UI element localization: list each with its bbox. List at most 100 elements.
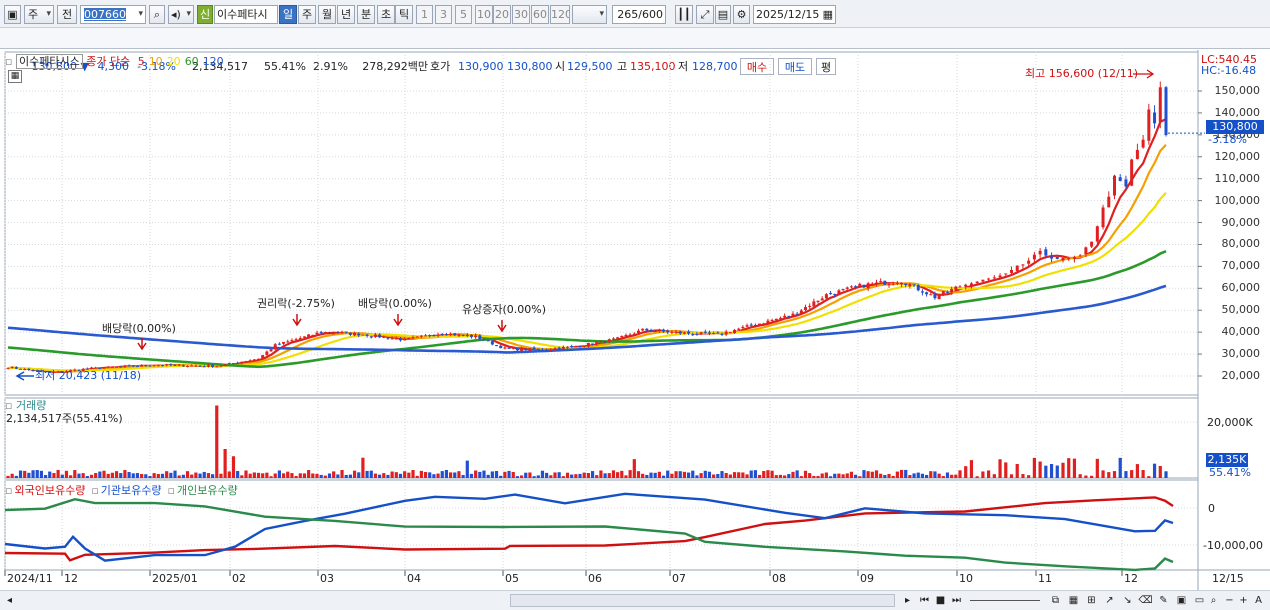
volume-bar [874, 470, 879, 478]
forward-icon[interactable]: ⏭ [949, 593, 964, 608]
ma-legend-120[interactable]: 120 [203, 55, 224, 68]
price-panel-name[interactable]: 이수페타시스 [15, 54, 83, 69]
scroll-left-icon[interactable]: ◂ [2, 593, 17, 608]
timeframe-4[interactable]: 분 [357, 5, 375, 24]
price-axis-label: 40,000 [1221, 325, 1261, 339]
holding-lines [4, 492, 1174, 572]
volume-bar [340, 469, 344, 478]
rewind-icon[interactable]: ⏮ [917, 593, 932, 608]
ma-legend-10[interactable]: 10 [149, 55, 163, 68]
collapse-icon[interactable]: ▫ [5, 55, 12, 68]
price-panel-header: ▫ 이수페타시스 종가 단순 5 10 20 60 120 [5, 53, 224, 69]
volume-bar [607, 473, 611, 478]
stop-icon[interactable]: ■ [933, 593, 948, 608]
calendar-icon[interactable]: ▦ [823, 6, 833, 23]
layout-icon[interactable]: ▣ [4, 5, 21, 24]
box-icon[interactable]: ▭ [1192, 593, 1207, 608]
holding-legend-item[interactable]: 기관보유수량 [101, 484, 162, 497]
volume-bar [423, 472, 428, 478]
candle [386, 337, 390, 340]
timeframe-1[interactable]: 주 [298, 5, 316, 24]
volume-bar [666, 470, 670, 478]
volume-bar [749, 470, 753, 478]
sound-icon[interactable]: ◂) [168, 5, 194, 24]
gear-icon[interactable]: ⚙ [733, 5, 750, 24]
candle-icon[interactable]: ┃┃ [675, 5, 693, 24]
volume-bar [540, 470, 545, 478]
brush-icon[interactable]: ✎ [1156, 593, 1171, 608]
volume-bar [774, 475, 778, 478]
new-badge[interactable]: 신 [197, 5, 213, 24]
calculator-icon[interactable]: ▦ [8, 70, 22, 83]
volume-bar [862, 470, 866, 478]
volume-bar [378, 474, 382, 478]
volume-bar [879, 473, 883, 478]
timeframe-5[interactable]: 초 [377, 5, 395, 24]
zoom-slider[interactable] [970, 600, 1040, 601]
count-value: 265 [617, 8, 639, 21]
price-axis-label: 60,000 [1221, 281, 1261, 295]
interval-0[interactable]: 1 [416, 5, 433, 24]
interval-4[interactable]: 20 [493, 5, 511, 24]
holding-legend-icon[interactable]: ▫ [168, 484, 175, 497]
zoom-out-icon[interactable]: − [1222, 593, 1237, 608]
volume-bar [553, 472, 557, 478]
holding-legend-icon[interactable]: ▫ [91, 484, 98, 497]
holding-legend-item[interactable]: 외국인보유수량 [14, 484, 85, 497]
candle [849, 285, 853, 289]
timeframe-2[interactable]: 월 [318, 5, 336, 24]
volume-bar [1095, 458, 1099, 478]
timeframe-3[interactable]: 년 [337, 5, 355, 24]
timeframe-0[interactable]: 일 [279, 5, 297, 24]
save-icon[interactable]: ▤ [715, 5, 731, 24]
volume-bar [461, 475, 465, 478]
compare-icon[interactable]: ⊞ [1084, 593, 1099, 608]
volume-bar [1135, 464, 1139, 478]
interval-6[interactable]: 60 [531, 5, 549, 24]
interval-dropdown[interactable] [572, 5, 607, 24]
ma-legend-20[interactable]: 20 [167, 55, 181, 68]
volume-bar [223, 449, 227, 478]
search-icon[interactable]: ⌕ [149, 5, 165, 24]
period-select[interactable]: 주 [24, 5, 54, 24]
volume-bar [39, 470, 44, 478]
stock-code-value: 007660 [84, 8, 126, 21]
count-field[interactable]: 265/600 [612, 5, 666, 24]
scroll-right-icon[interactable]: ▸ [900, 593, 915, 608]
prev-button[interactable]: 전 [57, 5, 77, 24]
interval-5[interactable]: 30 [512, 5, 530, 24]
ma-legend-60[interactable]: 60 [185, 55, 199, 68]
draw-tool-icon[interactable]: ⤢ [696, 5, 714, 24]
volume-bar [31, 470, 35, 478]
volume-bar [64, 470, 69, 478]
volume-bar [1130, 470, 1134, 478]
ma-legend-5[interactable]: 5 [138, 55, 145, 68]
trend-down-icon[interactable]: ↘ [1120, 593, 1135, 608]
interval-3[interactable]: 10 [475, 5, 493, 24]
volume-value: 2,134,517주(55.41%) [6, 412, 123, 425]
volume-bar [448, 472, 453, 478]
zoom-icon[interactable]: ⌕ [1206, 593, 1221, 608]
font-size-icon[interactable]: A [1251, 593, 1266, 608]
stock-code-input[interactable]: 007660 [80, 5, 146, 24]
timeframe-6[interactable]: 틱 [395, 5, 413, 24]
trend-icon[interactable]: ↗ [1102, 593, 1117, 608]
interval-7[interactable]: 120 [550, 5, 570, 24]
volume-bar [48, 471, 52, 478]
date-field[interactable]: 2025/12/15 ▦ [753, 5, 836, 24]
eraser-icon[interactable]: ⌫ [1138, 593, 1153, 608]
candle [916, 284, 920, 292]
image-icon[interactable]: ▣ [1174, 593, 1189, 608]
holding-legend-icon[interactable]: ▫ [5, 484, 12, 497]
holding-legend-item[interactable]: 개인보유수량 [177, 484, 238, 497]
layout-split-icon[interactable]: ⧉ [1048, 593, 1063, 608]
layout-grid-icon[interactable]: ▦ [1066, 593, 1081, 608]
scroll-thumb[interactable] [510, 594, 895, 607]
volume-bar [269, 476, 273, 478]
chart-scrollbar[interactable]: ◂ ▸ ⏮ ■ ⏭ ⧉ ▦ ⊞ ↗ ↘ ⌫ ✎ ▣ ▭ ⌕ − + A [0, 590, 1270, 610]
interval-1[interactable]: 3 [435, 5, 452, 24]
stock-chart[interactable]: ▫ 이수페타시스 종가 단순 5 10 20 60 120 ▦ LC:540.45 HC… [0, 50, 1270, 590]
candle [737, 327, 741, 331]
zoom-in-icon[interactable]: + [1236, 593, 1251, 608]
interval-2[interactable]: 5 [455, 5, 472, 24]
